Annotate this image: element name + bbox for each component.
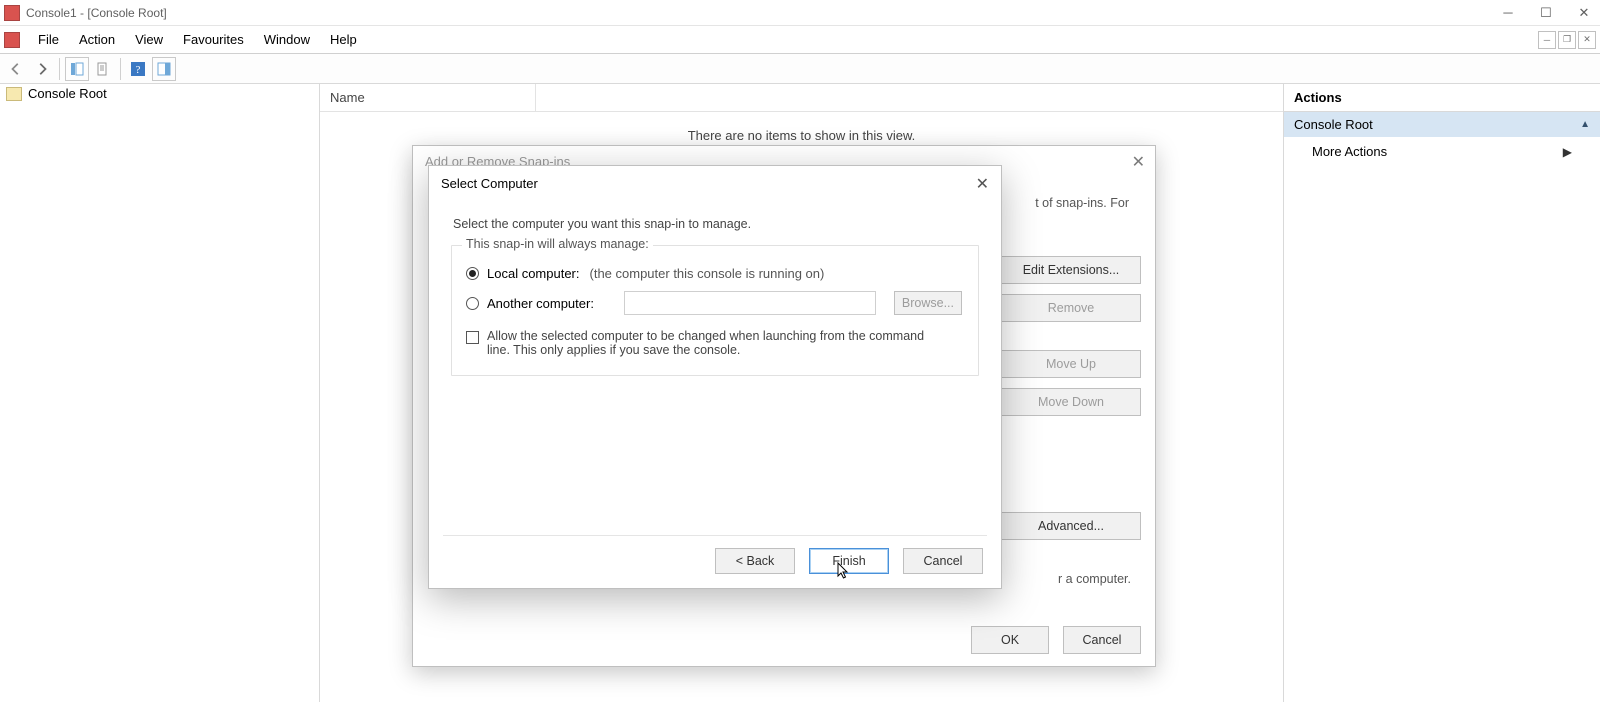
remove-button[interactable]: Remove (1001, 294, 1141, 322)
finish-button[interactable]: Finish (809, 548, 889, 574)
show-hide-actions-button[interactable] (152, 57, 176, 81)
minimize-button[interactable]: ─ (1496, 5, 1520, 21)
list-header: Name (320, 84, 1283, 112)
actions-group-header[interactable]: Console Root ▲ (1284, 112, 1600, 137)
collapse-caret-icon: ▲ (1580, 119, 1590, 130)
mdi-close-button[interactable]: ✕ (1578, 31, 1596, 49)
titlebar: Console1 - [Console Root] ─ ☐ ✕ (0, 0, 1600, 26)
select-computer-lead: Select the computer you want this snap-i… (453, 217, 979, 231)
add-remove-close-button[interactable]: ✕ (1132, 152, 1145, 172)
menu-window[interactable]: Window (254, 28, 320, 51)
edit-extensions-button[interactable]: Edit Extensions... (1001, 256, 1141, 284)
radio-local-detail: (the computer this console is running on… (590, 266, 825, 281)
menu-action[interactable]: Action (69, 28, 125, 51)
close-button[interactable]: ✕ (1572, 5, 1596, 21)
actions-more-label: More Actions (1312, 144, 1387, 159)
mdi-app-icon (4, 32, 20, 48)
radio-local-computer[interactable] (466, 267, 479, 280)
tree-root-item[interactable]: Console Root (0, 84, 319, 103)
radio-another-label: Another computer: (487, 296, 594, 311)
chevron-right-icon: ▶ (1563, 145, 1572, 159)
back-button[interactable] (4, 57, 28, 81)
show-hide-tree-button[interactable] (65, 57, 89, 81)
allow-change-label: Allow the selected computer to be change… (487, 329, 947, 357)
actions-pane: Actions Console Root ▲ More Actions ▶ (1284, 84, 1600, 702)
radio-another-computer[interactable] (466, 297, 479, 310)
tree-root-label: Console Root (28, 86, 107, 101)
cancel-wizard-button[interactable]: Cancel (903, 548, 983, 574)
tree-pane: Console Root (0, 84, 320, 702)
menu-view[interactable]: View (125, 28, 173, 51)
menu-file[interactable]: File (28, 28, 69, 51)
mdi-restore-button[interactable]: ❐ (1558, 31, 1576, 49)
move-down-button[interactable]: Move Down (1001, 388, 1141, 416)
select-computer-close-button[interactable]: ✕ (976, 174, 989, 194)
back-wizard-button[interactable]: < Back (715, 548, 795, 574)
select-computer-title: Select Computer (429, 166, 1001, 201)
menu-help[interactable]: Help (320, 28, 367, 51)
add-remove-ok-button[interactable]: OK (971, 626, 1049, 654)
manage-target-group-title: This snap-in will always manage: (462, 237, 653, 251)
browse-button[interactable]: Browse... (894, 291, 962, 315)
maximize-button[interactable]: ☐ (1534, 5, 1558, 21)
export-list-button[interactable] (91, 57, 115, 81)
toolbar: ? (0, 54, 1600, 84)
column-name-header[interactable]: Name (320, 84, 536, 111)
move-up-button[interactable]: Move Up (1001, 350, 1141, 378)
radio-local-label: Local computer: (487, 266, 580, 281)
actions-more-actions[interactable]: More Actions ▶ (1284, 137, 1600, 166)
menubar: File Action View Favourites Window Help … (0, 26, 1600, 54)
window-title: Console1 - [Console Root] (26, 6, 1496, 20)
add-remove-cancel-button[interactable]: Cancel (1063, 626, 1141, 654)
select-computer-dialog: Select Computer ✕ Select the computer yo… (428, 165, 1002, 589)
app-icon (4, 5, 20, 21)
help-button[interactable]: ? (126, 57, 150, 81)
actions-title: Actions (1284, 84, 1600, 112)
dialog-separator (443, 535, 987, 536)
add-remove-description-fragment: t of snap-ins. For (1035, 196, 1129, 210)
folder-icon (6, 87, 22, 101)
advanced-button[interactable]: Advanced... (1001, 512, 1141, 540)
manage-target-group: This snap-in will always manage: Local c… (451, 245, 979, 376)
allow-change-checkbox[interactable] (466, 331, 479, 344)
forward-button[interactable] (30, 57, 54, 81)
actions-group-label: Console Root (1294, 117, 1373, 132)
menu-favourites[interactable]: Favourites (173, 28, 254, 51)
svg-text:?: ? (136, 64, 141, 76)
mdi-minimize-button[interactable]: ─ (1538, 31, 1556, 49)
another-computer-input[interactable] (624, 291, 876, 315)
description-tail-fragment: r a computer. (1058, 572, 1131, 586)
